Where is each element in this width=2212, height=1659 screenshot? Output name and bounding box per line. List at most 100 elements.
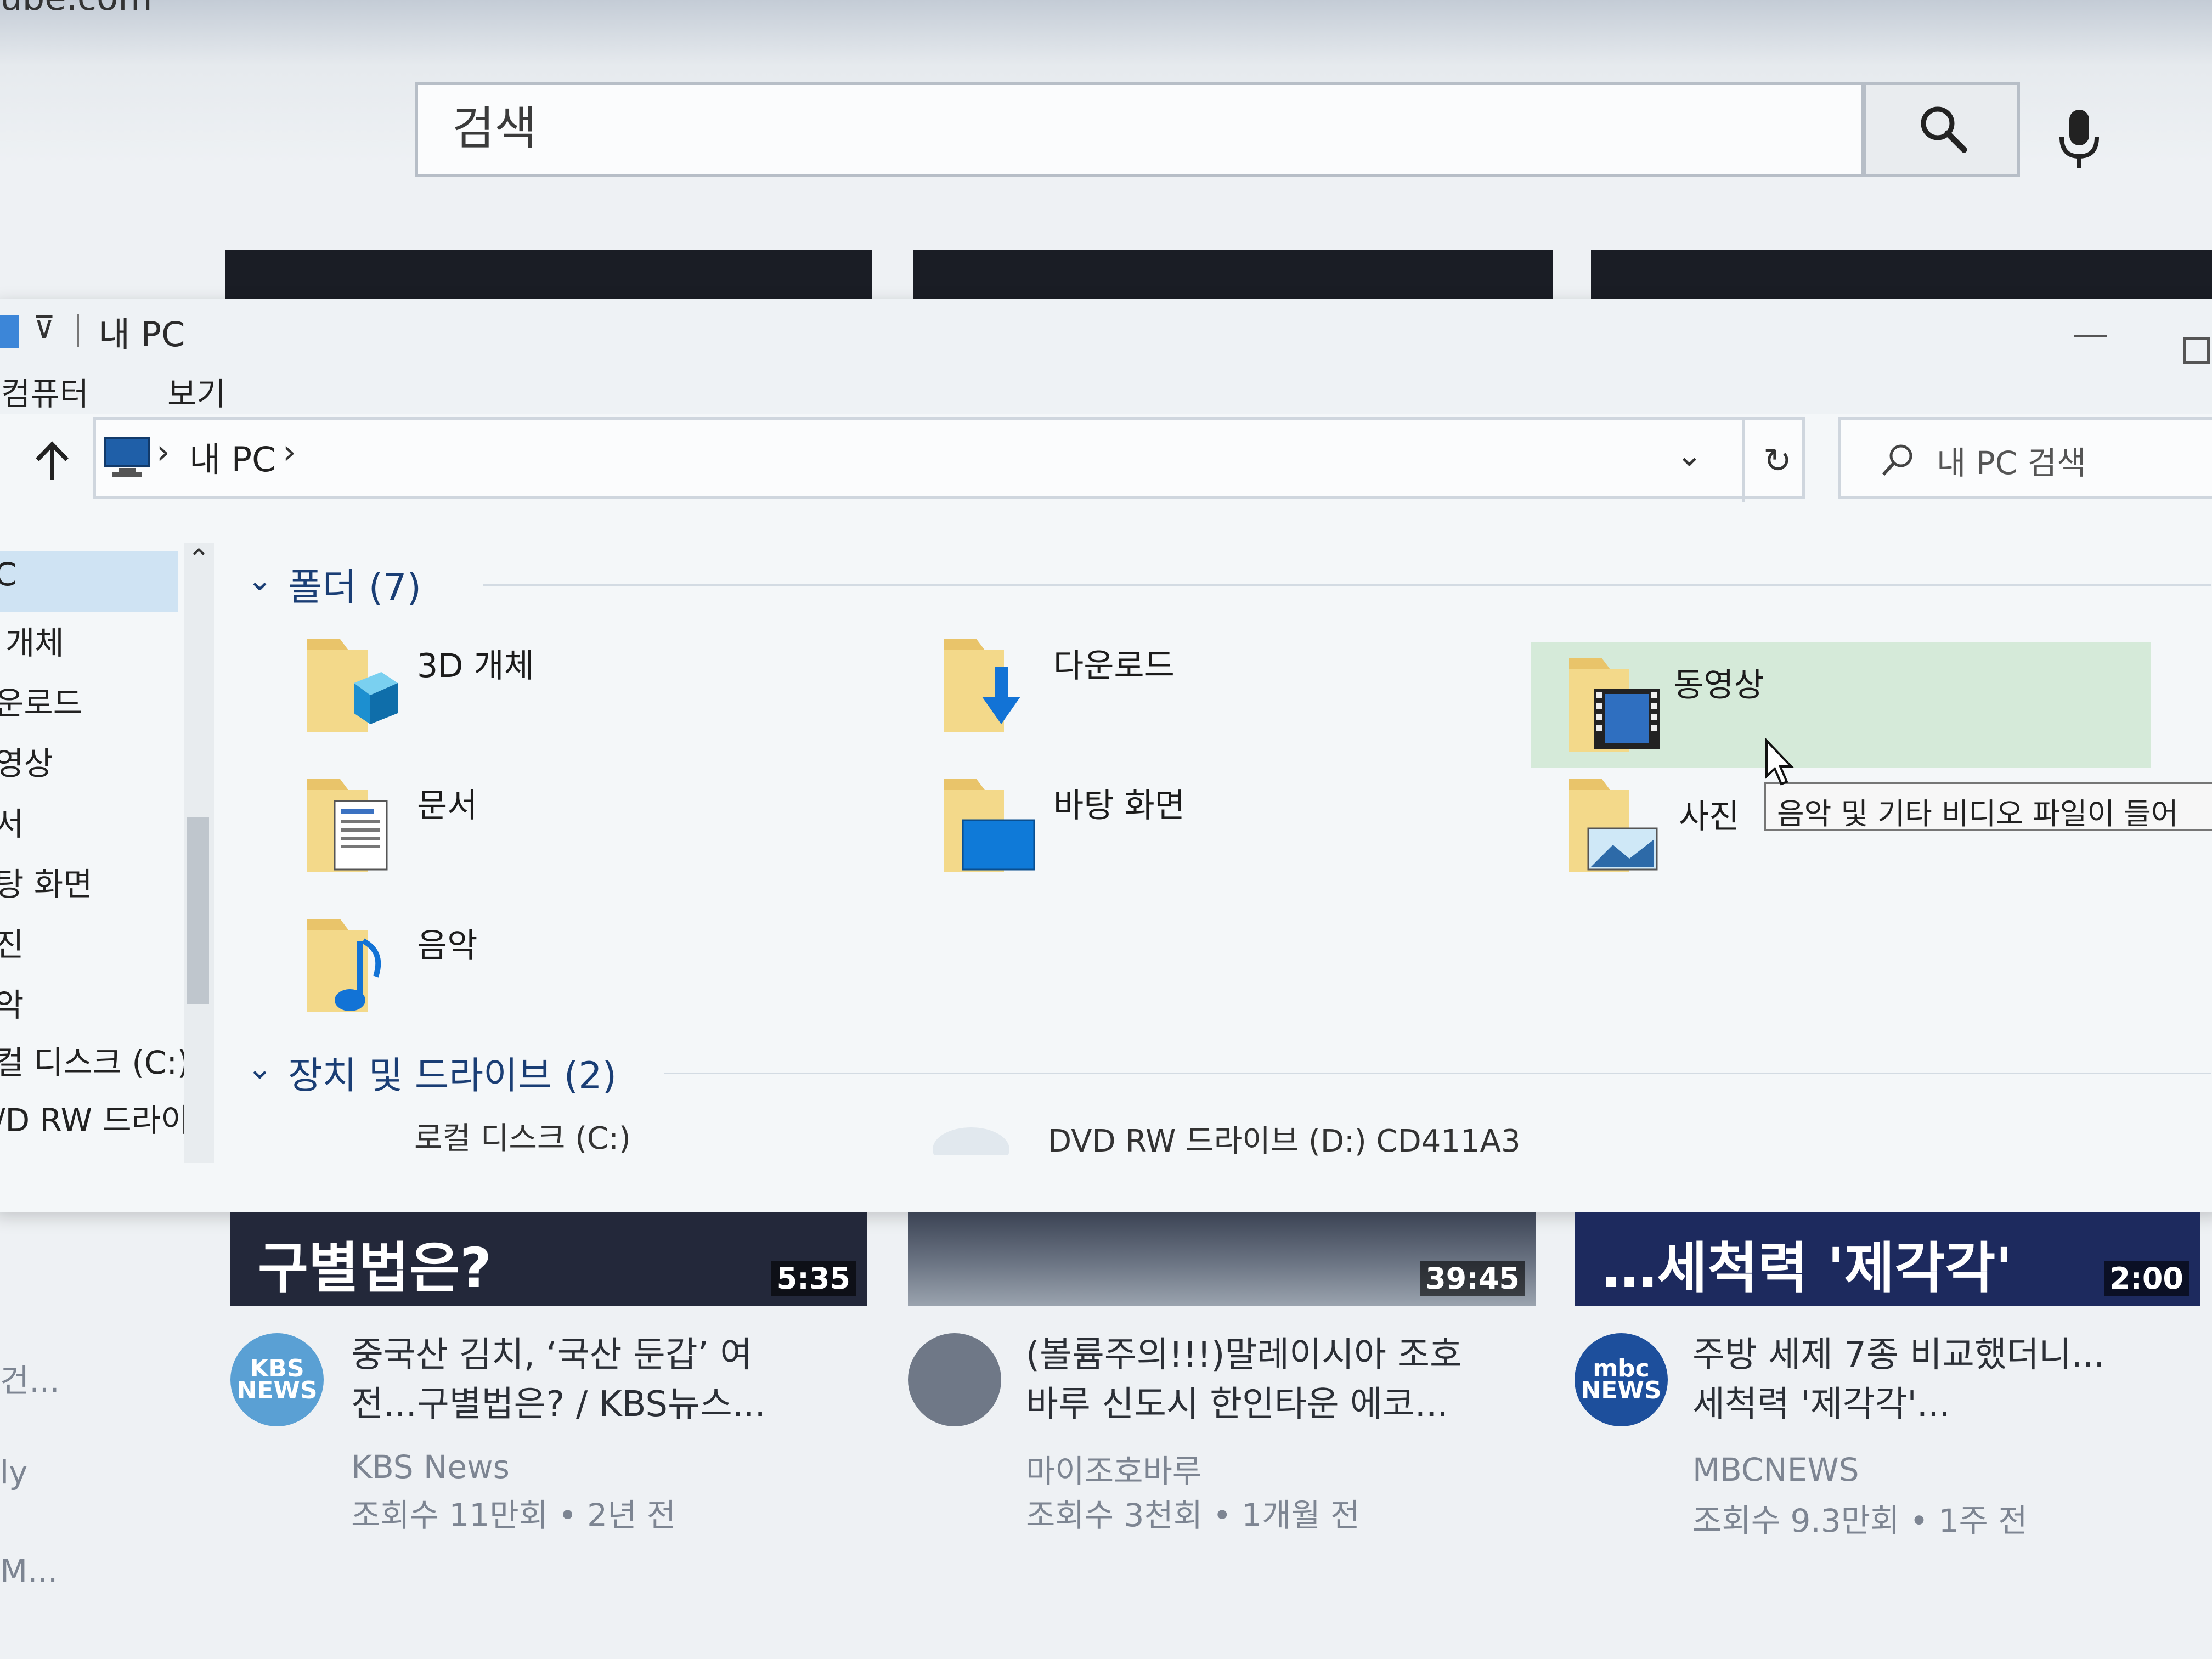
group-divider — [483, 584, 2211, 586]
folder-label: 동영상 — [1673, 666, 1764, 704]
nav-item-videos[interactable]: 영상 — [0, 738, 53, 784]
maximize-button[interactable] — [2183, 337, 2210, 364]
nav-scrollbar[interactable]: ⌃ — [184, 543, 214, 1163]
group-divider — [664, 1073, 2211, 1074]
video-duration: 2:00 — [2104, 1261, 2189, 1296]
folder-videos[interactable]: 동영상 — [1531, 642, 2151, 768]
video-duration: 39:45 — [1420, 1261, 1525, 1296]
channel-name[interactable]: KBS News — [351, 1448, 510, 1486]
search-icon — [1921, 106, 1967, 153]
avatar[interactable]: mbc NEWS — [1575, 1333, 1668, 1426]
collapse-chevron-icon[interactable]: ⌄ — [247, 1051, 273, 1086]
address-bar[interactable]: › 내 PC › ⌄ ↻ — [93, 417, 1805, 502]
breadcrumb-this-pc[interactable]: 내 PC — [189, 432, 275, 481]
drive-local-disk[interactable]: 로컬 디스크 (C:) — [414, 1114, 631, 1158]
nav-item-desktop[interactable]: 탕 화면 — [0, 859, 93, 905]
search-placeholder: 내 PC 검색 — [1937, 444, 2086, 482]
mouse-cursor-icon — [1765, 738, 1794, 786]
ribbon-tabs: 컴퓨터 보기 — [0, 365, 2212, 414]
folder-label: 사진 — [1679, 798, 1740, 836]
pictures-folder-icon — [1569, 779, 1658, 872]
scrollbar-thumb[interactable] — [187, 817, 209, 1004]
video-title[interactable]: 주방 세제 7종 비교했더니...세척력 '제각각'... — [1692, 1330, 2131, 1429]
folder-label: 바탕 화면 — [1053, 787, 1185, 825]
nav-item-documents[interactable]: 서 — [0, 798, 24, 844]
youtube-search-input[interactable]: 검색 — [415, 82, 1864, 177]
address-row: › 내 PC › ⌄ ↻ 내 PC 검색 — [0, 417, 2212, 502]
folders-group-header[interactable]: 폴더 (7) — [288, 557, 421, 611]
dvd-drive-icon — [933, 1127, 1009, 1155]
desktop-folder-icon — [944, 779, 1035, 872]
nav-selection-highlight — [0, 551, 178, 612]
breadcrumb-chevron-icon[interactable]: › — [156, 432, 170, 472]
avatar-text: KBS NEWS — [236, 1355, 318, 1404]
sidebar-fragment[interactable]: 건... — [0, 1355, 60, 1401]
video-title[interactable]: 중국산 김치, ‘국산 둔갑’ 여전...구별법은? / KBS뉴스... — [351, 1330, 790, 1429]
videos-folder-icon — [1569, 658, 1660, 752]
folder-label: 문서 — [417, 787, 478, 825]
nav-item-downloads[interactable]: 운로드 — [0, 678, 82, 724]
folder-3d-objects[interactable]: 3D 개체 — [302, 628, 905, 754]
url-fragment: ube.com — [0, 0, 153, 19]
folder-music[interactable]: 음악 — [302, 908, 905, 1034]
title-bar[interactable]: ⊽ 내 PC — [0, 299, 2212, 365]
folder-downloads[interactable]: 다운로드 — [938, 628, 1542, 754]
thumbnail-caption: …세척력 '제각각' — [1602, 1236, 2013, 1300]
downloads-folder-icon — [944, 639, 1020, 732]
search-icon — [1882, 444, 1912, 476]
folder-documents[interactable]: 문서 — [302, 768, 905, 894]
chevron-down-icon[interactable]: ⌄ — [1676, 436, 1703, 473]
music-folder-icon — [307, 919, 381, 1012]
search-placeholder: 검색 — [452, 101, 537, 155]
refresh-button[interactable]: ↻ — [1742, 420, 1810, 502]
breadcrumb-chevron-icon[interactable]: › — [283, 432, 296, 472]
scroll-up-icon[interactable]: ⌃ — [184, 543, 214, 576]
quick-access-icon[interactable] — [0, 315, 19, 348]
nav-item-dvd-drive[interactable]: /D RW 드라이 — [0, 1094, 190, 1141]
video-title[interactable]: (볼륨주의!!!)말레이시아 조호바루 신도시 한인타운 에코... — [1026, 1330, 1465, 1429]
drives-group-header[interactable]: 장치 및 드라이브 (2) — [288, 1045, 617, 1099]
documents-folder-icon — [307, 779, 388, 872]
video-thumbnail[interactable]: 구별법은? 5:35 — [230, 1212, 867, 1306]
nav-item-local-disk[interactable]: 컬 디스크 (C:) — [0, 1037, 190, 1083]
folder-desktop[interactable]: 바탕 화면 — [938, 768, 1542, 894]
avatar[interactable]: KBS NEWS — [230, 1333, 324, 1426]
3d-objects-folder-icon — [307, 639, 398, 732]
tab-view[interactable]: 보기 — [167, 368, 226, 414]
tooltip: 음악 및 기타 비디오 파일이 들어 — [1764, 782, 2212, 831]
quick-access-dropdown[interactable]: ⊽ — [33, 310, 55, 346]
tab-computer[interactable]: 컴퓨터 — [1, 368, 89, 414]
nav-item-pictures[interactable]: 진 — [0, 919, 24, 965]
folder-label: 음악 — [417, 927, 478, 965]
video-duration: 5:35 — [771, 1261, 856, 1296]
thumbnail-caption: 구별법은? — [258, 1236, 492, 1300]
collapse-chevron-icon[interactable]: ⌄ — [247, 562, 273, 598]
sidebar-fragment[interactable]: M... — [0, 1553, 58, 1590]
video-meta: 조회수 11만회 • 2년 전 — [351, 1497, 676, 1534]
video-meta: 조회수 3천회 • 1개월 전 — [1026, 1497, 1360, 1534]
file-explorer-window: ⊽ 내 PC 컴퓨터 보기 › 내 PC › ⌄ ↻ 내 PC 검색 C 개체 … — [0, 299, 2212, 1212]
video-meta: 조회수 9.3만회 • 1주 전 — [1692, 1502, 2028, 1539]
drive-dvd-rw[interactable]: DVD RW 드라이브 (D:) CD411A3 — [1048, 1116, 1521, 1161]
avatar-text: mbc NEWS — [1581, 1355, 1662, 1404]
youtube-search-button[interactable] — [1864, 82, 2020, 177]
folder-label: 다운로드 — [1053, 647, 1175, 685]
minimize-button[interactable] — [2074, 318, 2107, 340]
refresh-icon: ↻ — [1763, 441, 1792, 481]
video-thumbnail[interactable]: 39:45 — [908, 1212, 1536, 1306]
navigation-pane: C 개체 운로드 영상 서 탕 화면 진 악 컬 디스크 (C:) /D RW … — [0, 540, 216, 1199]
channel-name[interactable]: 마이조호바루 — [1026, 1446, 1201, 1492]
nav-item-this-pc[interactable]: C — [0, 556, 17, 593]
computer-icon — [104, 437, 150, 477]
up-arrow-icon[interactable] — [33, 439, 71, 483]
avatar[interactable] — [908, 1333, 1001, 1426]
sidebar-fragment[interactable]: ly — [0, 1454, 27, 1491]
this-pc-search-input[interactable]: 내 PC 검색 — [1838, 417, 2212, 499]
channel-name[interactable]: MBCNEWS — [1692, 1451, 1859, 1488]
microphone-icon[interactable] — [2052, 107, 2107, 173]
nav-item-3d-objects[interactable]: 개체 — [5, 617, 64, 663]
nav-item-music[interactable]: 악 — [0, 979, 24, 1025]
title-separator — [77, 314, 79, 347]
video-thumbnail[interactable]: …세척력 '제각각' 2:00 — [1575, 1212, 2200, 1306]
window-title: 내 PC — [99, 314, 185, 354]
